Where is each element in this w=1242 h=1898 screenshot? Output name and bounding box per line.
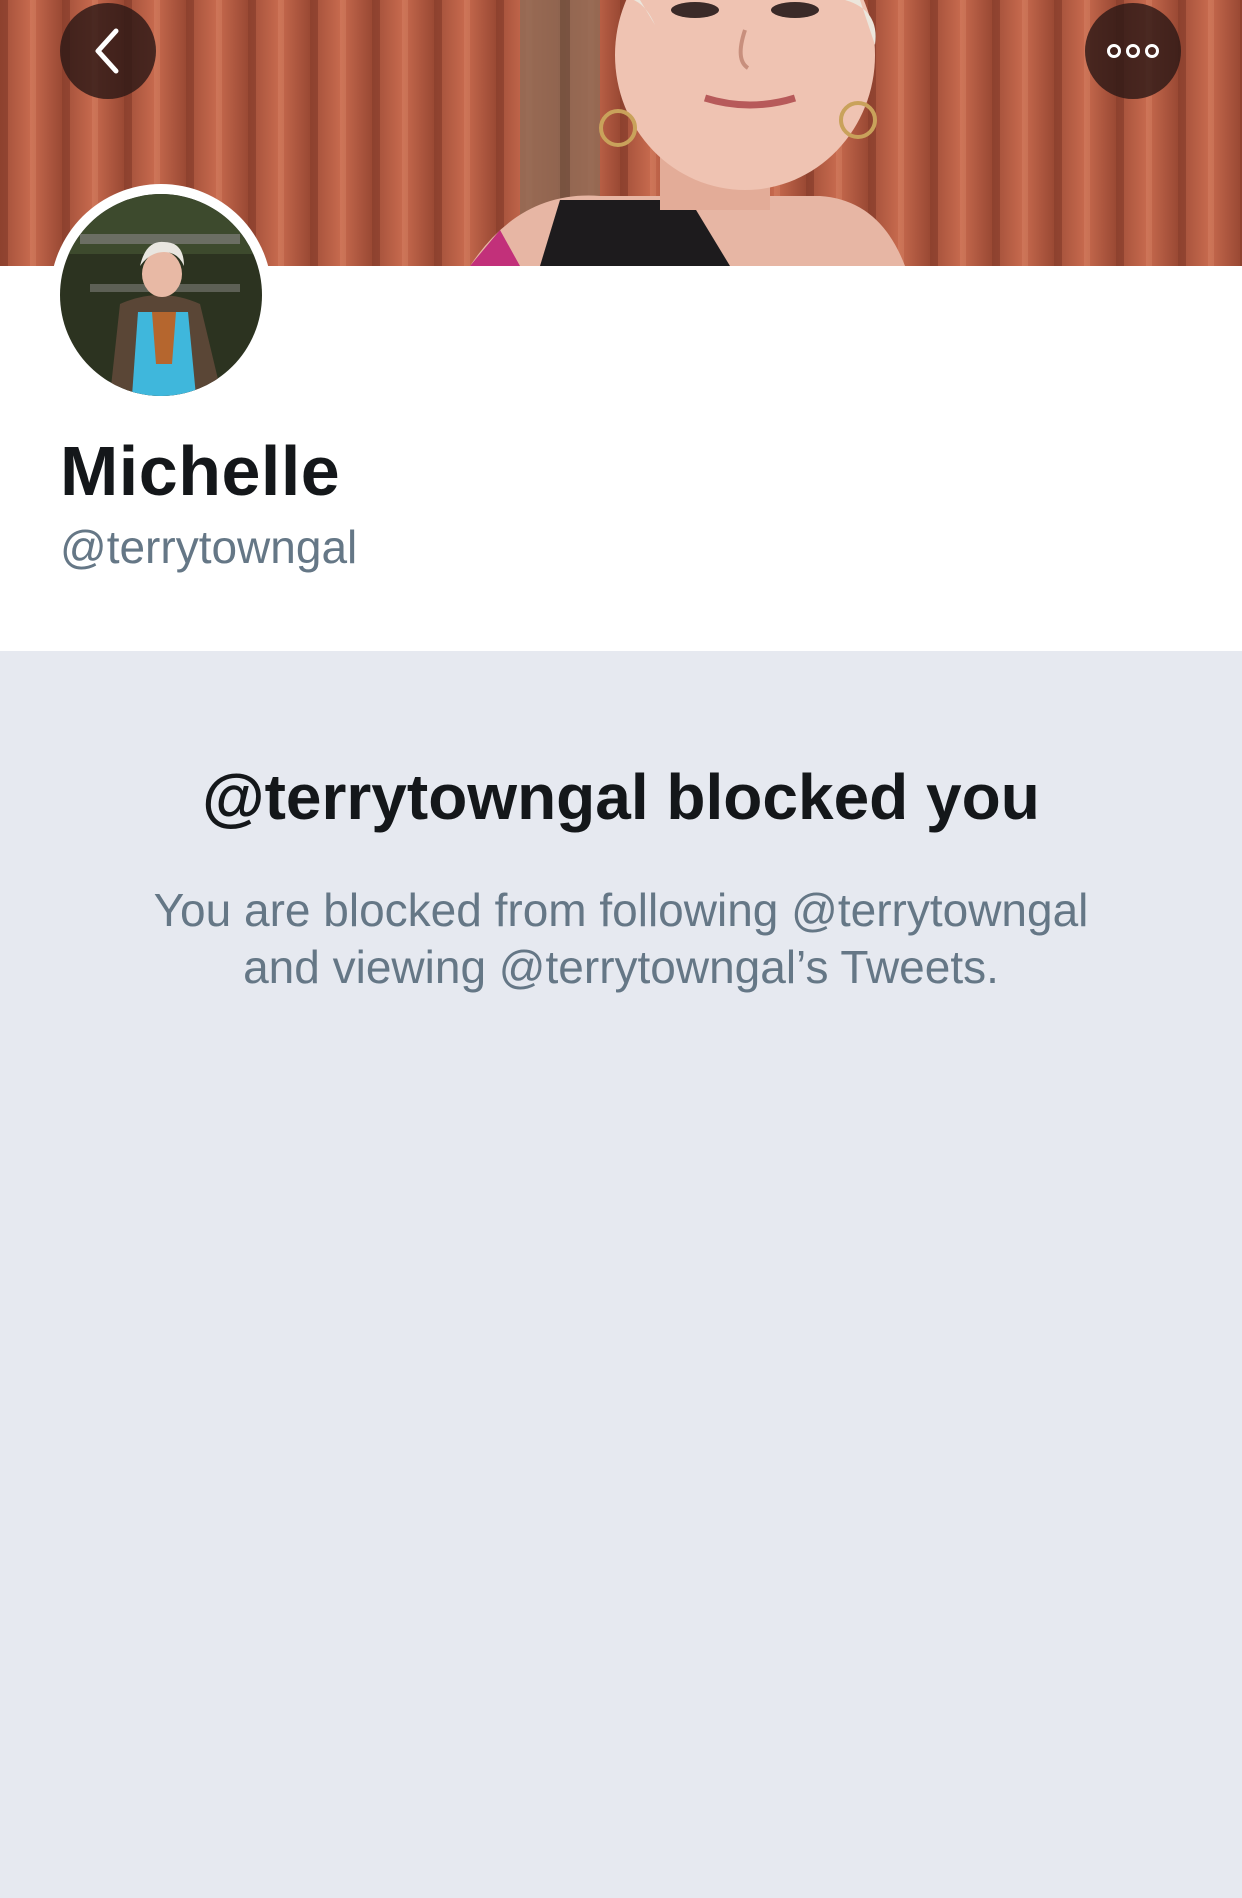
back-button[interactable] — [60, 3, 156, 99]
blocked-description-line: You are blocked from following @terrytow… — [153, 884, 1089, 936]
blocked-description: You are blocked from following @terrytow… — [80, 882, 1162, 996]
more-horizontal-icon — [1107, 44, 1159, 58]
chevron-left-icon — [95, 28, 119, 74]
blocked-description-line: and viewing @terrytowngal’s Tweets. — [243, 941, 999, 993]
avatar[interactable] — [50, 184, 272, 406]
more-options-button[interactable] — [1085, 3, 1181, 99]
profile-handle: @terrytowngal — [60, 521, 358, 573]
avatar-image — [60, 194, 262, 396]
display-name: Michelle — [60, 432, 341, 510]
blocked-title: @terrytowngal blocked you — [202, 761, 1040, 833]
